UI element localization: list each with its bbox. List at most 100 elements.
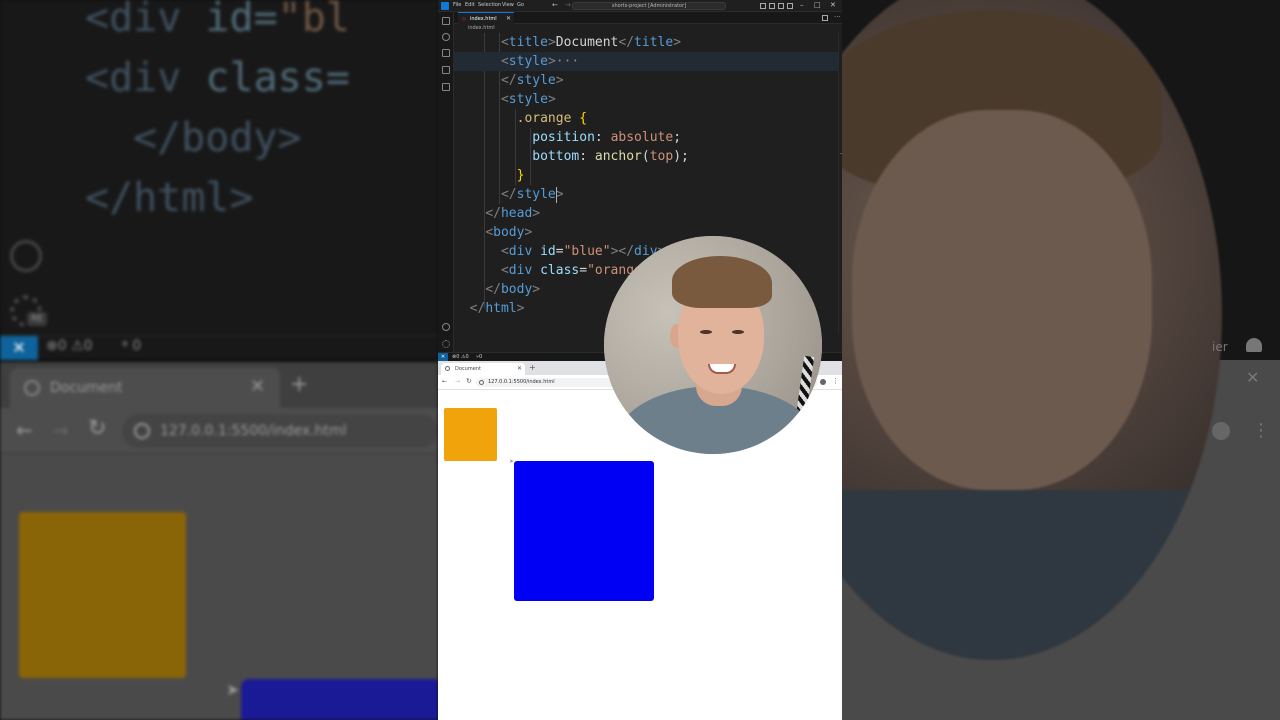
- blue-box: [514, 461, 654, 601]
- background-code-line: <div class=: [85, 55, 350, 101]
- account-icon[interactable]: [442, 323, 450, 331]
- back-arrow-icon[interactable]: ←: [442, 378, 447, 385]
- maximize-icon[interactable]: □: [814, 1, 821, 9]
- ruler-mark: [840, 153, 842, 154]
- background-code-line: </body>: [133, 115, 302, 161]
- background-problems-count: ⊗0 ⚠0: [46, 338, 93, 354]
- tab-label: index.html: [470, 16, 497, 22]
- info-icon: [134, 423, 150, 439]
- menu-file[interactable]: File: [453, 2, 461, 8]
- vscode-logo-icon: [441, 2, 449, 10]
- bell-icon: [1246, 338, 1262, 352]
- mouse-cursor-icon: ➤: [226, 680, 240, 699]
- more-vert-icon[interactable]: ⋮: [832, 377, 839, 385]
- background-code-line: </html>: [85, 175, 254, 221]
- address-bar-text: 127.0.0.1:5500/index.html: [488, 379, 555, 385]
- background-orange-box: [19, 512, 186, 678]
- reload-icon: ↻: [88, 416, 107, 441]
- text-cursor: [556, 187, 557, 203]
- background-status-text: ier: [1212, 340, 1228, 354]
- gear-badge: RE: [27, 312, 47, 326]
- toggle-panel-icon[interactable]: [769, 3, 775, 9]
- code-line: }: [516, 168, 525, 183]
- close-icon: ✕: [250, 376, 266, 397]
- globe-icon: [24, 380, 40, 396]
- close-icon[interactable]: ✕: [506, 15, 511, 22]
- menu-go[interactable]: Go: [517, 2, 524, 8]
- background-presenter-face: [852, 110, 1152, 490]
- background-presenter-shirt: [842, 490, 1222, 660]
- editor-tabs: ◇ index.html ✕ ···: [454, 12, 842, 24]
- more-vert-icon: ⋮: [1252, 420, 1270, 441]
- more-actions-icon[interactable]: ···: [834, 13, 841, 21]
- split-editor-icon[interactable]: [822, 15, 828, 21]
- background-tab-bar: Document ✕ +: [0, 362, 438, 408]
- explorer-icon[interactable]: [442, 17, 450, 25]
- code-line: <style>···: [454, 52, 842, 71]
- vscode-title-bar: File Edit Selection View Go ← → shorts-p…: [438, 0, 842, 12]
- tab-index-html[interactable]: ◇ index.html ✕: [458, 12, 514, 24]
- command-center-search[interactable]: shorts-project [Administrator]: [572, 2, 726, 10]
- browser-tab-title: Document: [455, 366, 481, 372]
- globe-icon: [445, 366, 450, 371]
- forward-arrow-icon[interactable]: →: [565, 1, 571, 9]
- reload-icon[interactable]: ↻: [466, 377, 472, 385]
- customize-layout-icon[interactable]: [787, 3, 793, 9]
- background-browser: Document ✕ + ← → ↻ 127.0.0.1:5500/index.…: [0, 362, 438, 720]
- background-code-line: <div id="bl: [85, 0, 350, 41]
- presenter-eye: [700, 330, 712, 334]
- orange-box: [444, 408, 497, 461]
- code-line: <title>Document</title>: [500, 35, 682, 50]
- code-line: </style>: [500, 73, 564, 88]
- menu-edit[interactable]: Edit: [465, 2, 475, 8]
- video-frame: <div id="bl <div class= </body> </html> …: [0, 0, 1280, 720]
- ports-count[interactable]: ⑂0: [476, 354, 482, 360]
- html-file-icon: ◇: [462, 16, 466, 22]
- user-icon: [1212, 422, 1230, 440]
- background-left-zoom: <div id="bl <div class= </body> </html> …: [0, 0, 438, 720]
- background-editor: <div id="bl <div class= </body> </html> …: [0, 0, 438, 360]
- background-address-bar: ← → ↻ 127.0.0.1:5500/index.html: [0, 408, 438, 454]
- new-tab-icon[interactable]: +: [529, 363, 536, 372]
- close-icon[interactable]: ✕: [830, 1, 836, 9]
- code-line: </style>: [500, 187, 564, 202]
- back-arrow-icon: ←: [16, 418, 33, 442]
- code-line: <style>: [500, 92, 556, 107]
- close-icon[interactable]: ✕: [517, 365, 522, 372]
- menu-selection[interactable]: Selection: [478, 2, 501, 8]
- mouse-cursor-icon: ➤: [509, 458, 515, 465]
- gear-icon[interactable]: [442, 340, 450, 348]
- plus-icon: +: [290, 372, 309, 397]
- background-ports-count: ᵠ 0: [122, 338, 142, 354]
- overview-ruler[interactable]: [838, 33, 842, 333]
- presenter-eye: [732, 330, 744, 334]
- background-code: <div id="bl <div class= </body> </html>: [0, 0, 438, 330]
- forward-arrow-icon: →: [52, 418, 69, 442]
- info-icon[interactable]: [479, 380, 484, 385]
- forward-arrow-icon[interactable]: →: [455, 378, 460, 385]
- breadcrumb[interactable]: index.html: [468, 25, 495, 31]
- background-right-zoom: ier ✕ ⋮: [842, 0, 1280, 720]
- account-icon: [10, 240, 42, 272]
- code-line: position: absolute;: [532, 130, 682, 145]
- problems-count[interactable]: ⊗0 ⚠0: [452, 354, 469, 360]
- menu-view[interactable]: View: [502, 2, 514, 8]
- code-line: </head>: [485, 206, 541, 221]
- toggle-secondary-sidebar-icon[interactable]: [778, 3, 784, 9]
- extensions-icon[interactable]: [442, 83, 450, 91]
- presenter-hair: [672, 256, 772, 308]
- remote-icon[interactable]: ✕: [438, 353, 448, 361]
- toggle-sidebar-icon[interactable]: [760, 3, 766, 9]
- background-blue-box: [241, 679, 438, 720]
- background-presenter-image: [842, 0, 1222, 660]
- browser-tab[interactable]: Document ✕: [441, 363, 525, 375]
- source-control-icon[interactable]: [442, 49, 450, 57]
- run-debug-icon[interactable]: [442, 66, 450, 74]
- background-tab: Document ✕: [10, 368, 280, 408]
- code-line: .orange {: [516, 111, 588, 126]
- back-arrow-icon[interactable]: ←: [552, 1, 558, 9]
- background-url: 127.0.0.1:5500/index.html: [122, 414, 438, 448]
- search-icon[interactable]: [442, 33, 450, 41]
- background-status-bar: ✕ ⊗0 ⚠0 ᵠ 0: [0, 335, 438, 360]
- minimize-icon[interactable]: –: [800, 1, 804, 9]
